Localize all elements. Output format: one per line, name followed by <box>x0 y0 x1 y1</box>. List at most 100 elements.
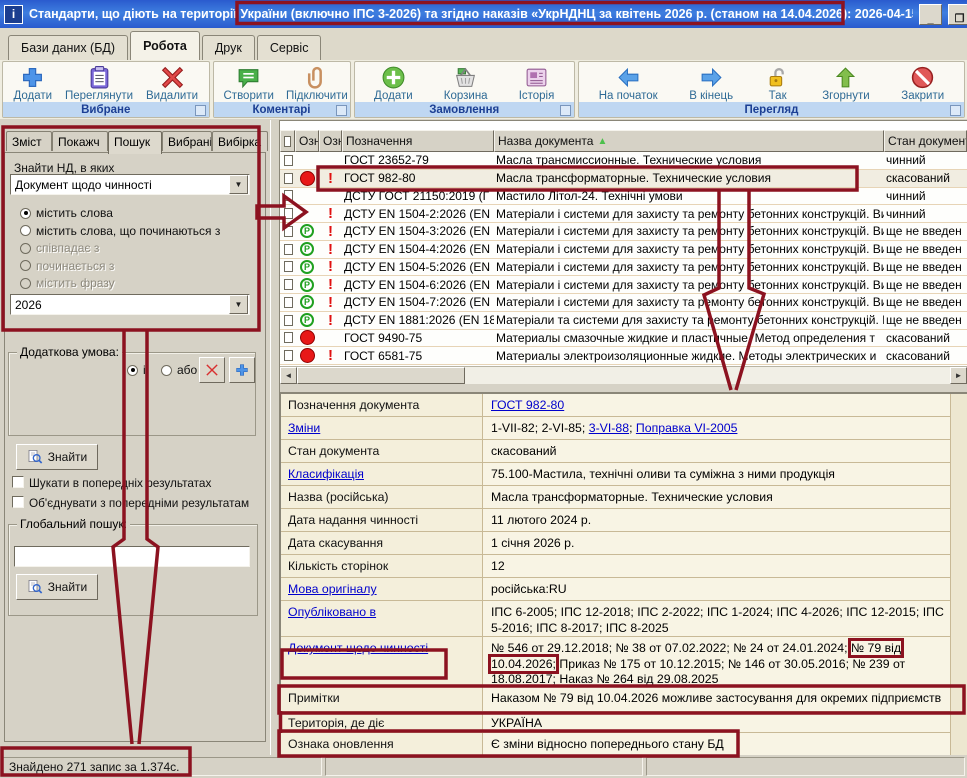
sidebar-splitter[interactable] <box>270 120 280 755</box>
detail-value: ГОСТ 982-80 <box>483 394 967 416</box>
global-find-button[interactable]: Знайти <box>16 574 98 600</box>
Історія-button[interactable]: Історія <box>515 64 559 102</box>
В кінець-button[interactable]: В кінець <box>685 64 737 102</box>
remove-condition-button[interactable] <box>199 357 225 383</box>
scrollbar-thumb[interactable] <box>297 367 465 384</box>
toolbar-item-label: Додати <box>374 90 413 102</box>
table-row[interactable]: P!ДСТУ EN 1504-7:2026 (ENМатеріали і сис… <box>280 294 967 312</box>
cell-status: скасований <box>884 330 967 347</box>
Корзина-button[interactable]: Корзина <box>440 64 492 102</box>
global-search-input[interactable] <box>14 546 250 567</box>
row-checkbox[interactable] <box>284 190 293 201</box>
table-row[interactable]: P!ДСТУ EN 1504-3:2026 (ENМатеріали і сис… <box>280 223 967 241</box>
column-header-Озн[interactable]: Озн <box>319 130 342 152</box>
row-checkbox[interactable] <box>284 297 293 308</box>
maximize-button[interactable]: ❐ <box>948 4 967 25</box>
detail-label-link[interactable]: Класифікація <box>288 467 364 481</box>
search-option-checkbox[interactable]: Об'єднувати з попередніми результатам <box>12 496 249 510</box>
sidebar-tab-Зміст[interactable]: Зміст <box>6 131 52 151</box>
Згорнути-button[interactable]: Згорнути <box>818 64 873 102</box>
field-dropdown[interactable]: Документ щодо чинності ▼ <box>10 174 250 195</box>
Підключити-button[interactable]: Підключити <box>282 64 352 102</box>
row-checkbox[interactable] <box>284 332 293 343</box>
row-checkbox[interactable] <box>284 315 293 326</box>
dialog-launcher-icon[interactable] <box>950 105 961 116</box>
dialog-launcher-icon[interactable] <box>195 105 206 116</box>
detail-value-link[interactable]: 3-VI-88 <box>589 421 629 435</box>
search-option-checkbox[interactable]: Шукати в попередніх результатах <box>12 476 211 490</box>
detail-label-link[interactable]: Документ щодо чинності <box>288 641 428 655</box>
dialog-launcher-icon[interactable] <box>336 105 347 116</box>
Закрити-button[interactable]: Закрити <box>897 64 948 102</box>
toolbar-item-label: Додати <box>13 90 52 102</box>
Додати-button[interactable]: Додати <box>9 64 56 102</box>
table-row[interactable]: P!ДСТУ EN 1881:2026 (EN 18Матеріали та с… <box>280 312 967 330</box>
row-checkbox[interactable] <box>284 261 293 272</box>
Додати-button[interactable]: Додати <box>370 64 417 102</box>
scroll-right-icon[interactable]: ► <box>950 367 967 384</box>
match-option-radio[interactable]: містить слова, що починаються з <box>20 224 220 238</box>
Переглянути-button[interactable]: Переглянути <box>61 64 137 102</box>
match-option-radio[interactable]: містить слова <box>20 206 113 220</box>
tab-Друк[interactable]: Друк <box>202 35 255 60</box>
detail-value-link[interactable]: ГОСТ 982-80 <box>491 398 564 412</box>
pending-icon: P <box>300 295 314 309</box>
table-row[interactable]: ГОСТ 23652-79Масла трансмиссионные. Техн… <box>280 152 967 170</box>
detail-label-link[interactable]: Опубліковано в <box>288 605 376 619</box>
sidebar-tab-Вибірка[interactable]: Вибірка <box>212 131 268 151</box>
ribbon-tab-bar: Бази даних (БД)РоботаДрукСервіс <box>0 28 967 60</box>
chevron-down-icon[interactable]: ▼ <box>229 295 248 314</box>
detail-row: Назва (російська)Масла трансформаторные.… <box>281 486 967 509</box>
table-row[interactable]: P!ДСТУ EN 1504-4:2026 (ENМатеріали і сис… <box>280 241 967 259</box>
detail-label: Стан документа <box>281 440 483 462</box>
row-checkbox[interactable] <box>284 350 293 361</box>
add-condition-button[interactable] <box>229 357 255 383</box>
detail-label-link[interactable]: Зміни <box>288 421 320 435</box>
table-row[interactable]: ДСТУ ГОСТ 21150:2019 (ГМастило Літол-24.… <box>280 188 967 206</box>
sidebar-tab-Пошук[interactable]: Пошук <box>108 131 162 154</box>
and-radio[interactable]: і <box>127 363 146 377</box>
row-checkbox[interactable] <box>284 226 293 237</box>
row-checkbox[interactable] <box>284 173 293 184</box>
table-row[interactable]: P!ДСТУ EN 1504-6:2026 (ENМатеріали і сис… <box>280 276 967 294</box>
tab-Бази даних (БД)[interactable]: Бази даних (БД) <box>8 35 128 60</box>
Так-button[interactable]: Так <box>761 64 795 102</box>
column-header-Озн[interactable]: Озн <box>295 130 319 152</box>
or-radio[interactable]: або <box>161 363 197 377</box>
column-header-Позначення[interactable]: Позначення <box>342 130 494 152</box>
chevron-down-icon[interactable]: ▼ <box>229 175 248 194</box>
minimize-button[interactable]: _ <box>919 4 942 25</box>
column-header-Стан документа[interactable]: Стан документа <box>884 130 967 152</box>
table-row[interactable]: ГОСТ 9490-75Материалы смазочные жидкие и… <box>280 330 967 348</box>
column-header-Назва документа[interactable]: Назва документа▲ <box>494 130 884 152</box>
detail-value-link[interactable]: Поправка VI-2005 <box>636 421 738 435</box>
tab-Робота[interactable]: Робота <box>130 31 200 60</box>
row-checkbox[interactable] <box>284 208 293 219</box>
tab-Сервіс[interactable]: Сервіс <box>257 35 322 60</box>
detail-scrollbar[interactable] <box>950 394 967 757</box>
query-dropdown[interactable]: 2026 ▼ <box>10 294 250 315</box>
Видалити-button[interactable]: Видалити <box>142 64 202 102</box>
sidebar-tab-Покажч[interactable]: Покажч <box>52 131 108 151</box>
table-row[interactable]: !ГОСТ 982-80Масла трансформаторные. Техн… <box>280 170 967 188</box>
row-checkbox[interactable] <box>284 279 293 290</box>
pending-icon: P <box>300 278 314 292</box>
table-row[interactable]: !ДСТУ EN 1504-2:2026 (ENМатеріали і сист… <box>280 205 967 223</box>
Створити-button[interactable]: Створити <box>220 64 278 102</box>
scroll-left-icon[interactable]: ◄ <box>280 367 297 384</box>
row-checkbox[interactable] <box>284 155 293 166</box>
На початок-button[interactable]: На початок <box>595 64 662 102</box>
table-row[interactable]: P!ДСТУ EN 1504-5:2026 (ENМатеріали і сис… <box>280 259 967 277</box>
row-checkbox[interactable] <box>284 244 293 255</box>
horizontal-scrollbar[interactable]: ◄ ► <box>280 366 967 384</box>
sidebar-tab-Вибрані[interactable]: Вибрані <box>162 131 212 151</box>
dialog-launcher-icon[interactable] <box>560 105 571 116</box>
detail-label-link[interactable]: Мова оригіналу <box>288 582 377 596</box>
cell-document-name: Матеріали та системи для захисту та ремо… <box>494 312 884 329</box>
find-button[interactable]: Знайти <box>16 444 98 470</box>
header-select-all[interactable] <box>280 130 295 152</box>
warning-icon: ! <box>328 313 333 328</box>
cell-status: ще не введен <box>884 312 967 329</box>
cell-designation: ДСТУ ГОСТ 21150:2019 (Г <box>342 188 494 205</box>
table-row[interactable]: !ГОСТ 6581-75Материалы электроизоляционн… <box>280 347 967 365</box>
